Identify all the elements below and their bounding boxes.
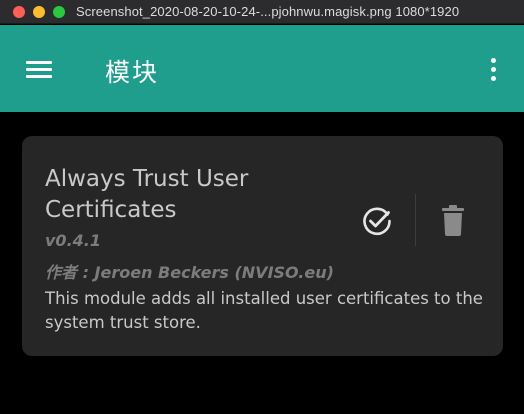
hamburger-menu-icon[interactable] (26, 61, 52, 79)
window-title: Screenshot_2020-08-20-10-24-...pjohnwu.m… (76, 4, 460, 19)
page-title: 模块 (105, 58, 160, 87)
check-circle-icon[interactable] (360, 204, 394, 238)
module-card: Always Trust User Certificates v0.4.1 作者… (22, 136, 503, 356)
module-version: v0.4.1 (45, 231, 101, 250)
module-description: This module adds all installed user cert… (45, 289, 483, 332)
module-name: Always Trust User Certificates (45, 166, 249, 223)
module-author: 作者 : Jeroen Beckers (NVISO.eu) (45, 263, 334, 282)
zoom-window-button[interactable] (53, 6, 65, 18)
app-bar: 模块 (0, 25, 524, 112)
window-titlebar: Screenshot_2020-08-20-10-24-...pjohnwu.m… (0, 0, 524, 24)
app-window: Screenshot_2020-08-20-10-24-...pjohnwu.m… (0, 0, 524, 414)
action-divider (415, 194, 416, 246)
close-window-button[interactable] (13, 6, 25, 18)
trash-icon[interactable] (439, 205, 467, 237)
minimize-window-button[interactable] (33, 6, 45, 18)
more-vert-icon[interactable] (488, 58, 500, 84)
